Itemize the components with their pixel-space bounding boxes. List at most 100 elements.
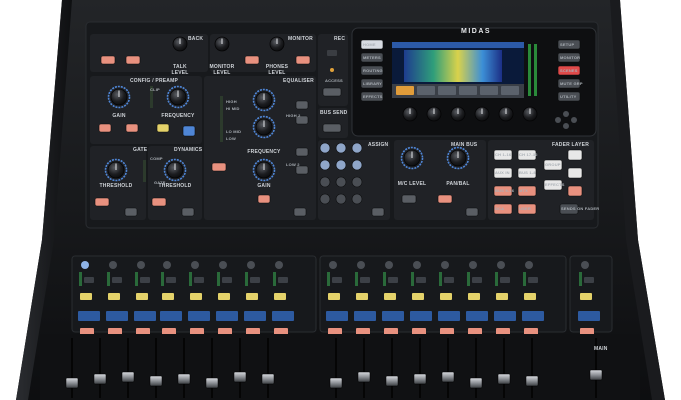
strip-sel-8[interactable]: [328, 293, 340, 300]
screen-tab-1[interactable]: [417, 86, 435, 95]
screen-tab-4[interactable]: [480, 86, 498, 95]
screen-tab-2[interactable]: [438, 86, 456, 95]
strip-mute-2[interactable]: [136, 328, 150, 335]
strip-select-9[interactable]: [357, 261, 365, 269]
fader-cap-16[interactable]: [589, 369, 603, 381]
fader-cap-12[interactable]: [441, 371, 455, 383]
strip-select-13[interactable]: [469, 261, 477, 269]
fader-cap-15[interactable]: [525, 375, 539, 387]
strip-solo-8[interactable]: [332, 277, 342, 283]
strip-solo-3[interactable]: [166, 277, 176, 283]
strip-mute-0[interactable]: [80, 328, 94, 335]
strip-mute-6[interactable]: [246, 328, 260, 335]
assign-button-11[interactable]: [335, 193, 347, 205]
fader-cap-6[interactable]: [233, 371, 247, 383]
phantom-button[interactable]: [98, 123, 112, 133]
strip-mute-16[interactable]: [580, 328, 594, 335]
fader-cap-11[interactable]: [413, 373, 427, 385]
bus-send-view-button[interactable]: [322, 123, 342, 133]
strip-select-7[interactable]: [275, 261, 283, 269]
eq-high2-button[interactable]: [295, 100, 309, 110]
strip-sel-14[interactable]: [496, 293, 508, 300]
strip-solo-15[interactable]: [528, 277, 538, 283]
strip-select-0[interactable]: [81, 261, 89, 269]
strip-mute-5[interactable]: [218, 328, 232, 335]
eq-mode-button[interactable]: [257, 194, 271, 204]
fader-layer-right-b[interactable]: [567, 167, 583, 179]
strip-solo-12[interactable]: [444, 277, 454, 283]
strip-sel-16[interactable]: [580, 293, 592, 300]
strip-select-4[interactable]: [191, 261, 199, 269]
strip-solo-14[interactable]: [500, 277, 510, 283]
strip-mute-9[interactable]: [356, 328, 370, 335]
screen-tab-0[interactable]: [396, 86, 414, 95]
strip-solo-6[interactable]: [250, 277, 260, 283]
assign-button-1[interactable]: [319, 142, 331, 154]
fader-cap-8[interactable]: [329, 377, 343, 389]
gate-view-button[interactable]: [124, 207, 138, 217]
fader-cap-4[interactable]: [177, 373, 191, 385]
strip-select-11[interactable]: [413, 261, 421, 269]
main-view-button[interactable]: [465, 207, 479, 217]
strip-mute-4[interactable]: [190, 328, 204, 335]
strip-select-2[interactable]: [137, 261, 145, 269]
dynamics-view-button[interactable]: [181, 207, 195, 217]
fader-cap-14[interactable]: [497, 373, 511, 385]
eq-low2-button[interactable]: [295, 147, 309, 157]
strip-mute-14[interactable]: [496, 328, 510, 335]
fader-cap-7[interactable]: [261, 373, 275, 385]
strip-solo-11[interactable]: [416, 277, 426, 283]
gate-in-button[interactable]: [94, 197, 110, 207]
strip-sel-15[interactable]: [524, 293, 536, 300]
assign-button-6[interactable]: [351, 159, 363, 171]
strip-select-15[interactable]: [525, 261, 533, 269]
dpad-down[interactable]: [563, 123, 569, 129]
strip-sel-3[interactable]: [162, 293, 174, 300]
talk-b-button[interactable]: [125, 55, 141, 65]
strip-sel-10[interactable]: [384, 293, 396, 300]
assign-button-7[interactable]: [319, 176, 331, 188]
low-cut-button[interactable]: [156, 123, 170, 133]
strip-solo-0[interactable]: [84, 277, 94, 283]
assign-button-8[interactable]: [335, 176, 347, 188]
strip-sel-12[interactable]: [440, 293, 452, 300]
strip-mute-11[interactable]: [412, 328, 426, 335]
assign-view-button[interactable]: [371, 207, 385, 217]
strip-mute-12[interactable]: [440, 328, 454, 335]
dpad-left[interactable]: [555, 117, 561, 123]
talk-a-button[interactable]: [100, 55, 116, 65]
strip-mute-1[interactable]: [108, 328, 122, 335]
strip-select-1[interactable]: [109, 261, 117, 269]
strip-mute-15[interactable]: [524, 328, 538, 335]
monitor-mono-button[interactable]: [295, 55, 311, 65]
screen-tab-5[interactable]: [501, 86, 519, 95]
strip-sel-1[interactable]: [108, 293, 120, 300]
strip-solo-5[interactable]: [222, 277, 232, 283]
strip-solo-2[interactable]: [140, 277, 150, 283]
fader-cap-9[interactable]: [357, 371, 371, 383]
fader-layer-right-a[interactable]: [567, 149, 583, 161]
strip-select-12[interactable]: [441, 261, 449, 269]
strip-sel-4[interactable]: [190, 293, 202, 300]
strip-solo-4[interactable]: [194, 277, 204, 283]
strip-mute-3[interactable]: [162, 328, 176, 335]
strip-select-14[interactable]: [497, 261, 505, 269]
strip-sel-6[interactable]: [246, 293, 258, 300]
assign-button-2[interactable]: [335, 142, 347, 154]
usb-port[interactable]: [327, 50, 337, 56]
strip-solo-13[interactable]: [472, 277, 482, 283]
strip-select-3[interactable]: [163, 261, 171, 269]
fader-cap-3[interactable]: [149, 375, 163, 387]
strip-select-6[interactable]: [247, 261, 255, 269]
fader-cap-0[interactable]: [65, 377, 79, 389]
strip-sel-0[interactable]: [80, 293, 92, 300]
strip-mute-10[interactable]: [384, 328, 398, 335]
assign-button-10[interactable]: [319, 193, 331, 205]
strip-sel-13[interactable]: [468, 293, 480, 300]
strip-mute-7[interactable]: [274, 328, 288, 335]
strip-solo-1[interactable]: [112, 277, 122, 283]
strip-sel-2[interactable]: [136, 293, 148, 300]
assign-button-5[interactable]: [335, 159, 347, 171]
dpad-up[interactable]: [563, 111, 569, 117]
strip-solo-10[interactable]: [388, 277, 398, 283]
